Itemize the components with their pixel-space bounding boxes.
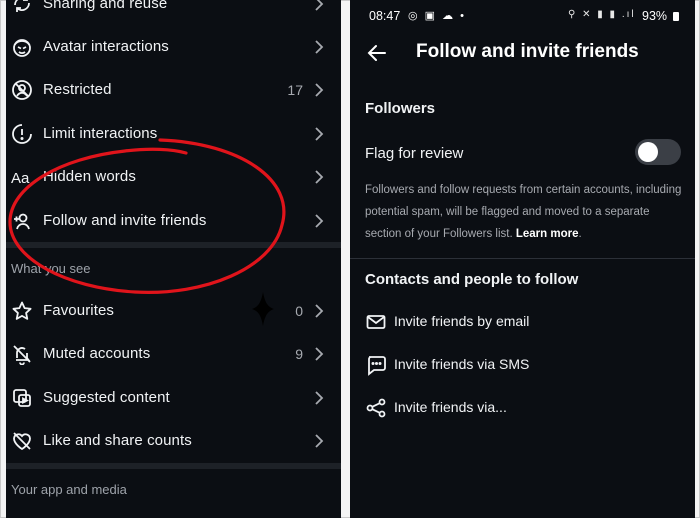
hidden-words-icon: Aa — [11, 166, 33, 188]
settings-row-label: Like and share counts — [43, 432, 192, 449]
settings-row-suggested-content[interactable]: Suggested content — [6, 376, 341, 419]
heart-off-icon — [11, 430, 33, 452]
settings-row-label: Muted accounts — [43, 345, 151, 362]
status-bar: 08:47 ◎ ▣ ☁ • ⚲ ✕ ▮ ▮ .ıl 93% — [350, 0, 695, 32]
status-system-icons: ⚲ ✕ ▮ ▮ .ıl — [568, 9, 636, 20]
status-time: 08:47 — [369, 9, 401, 23]
limit-icon — [11, 123, 33, 145]
contacts-heading: Contacts and people to follow — [365, 271, 579, 288]
settings-row-label: Favourites — [43, 302, 115, 319]
learn-more-link[interactable]: Learn more — [516, 228, 579, 240]
follow-invite-screen: 08:47 ◎ ▣ ☁ • ⚲ ✕ ▮ ▮ .ıl 93% Follow and… — [350, 0, 695, 518]
section-divider — [6, 463, 341, 469]
restricted-icon — [11, 79, 33, 101]
avatar-icon — [11, 36, 33, 58]
section-heading-what-you-see: What you see — [11, 261, 91, 276]
invite-label: Invite friends by email — [394, 313, 530, 329]
battery-icon — [673, 12, 679, 21]
invite-via-sms-row[interactable]: Invite friends via SMS — [350, 350, 695, 380]
settings-row-label: Limit interactions — [43, 125, 158, 142]
svg-text:Aa: Aa — [11, 170, 30, 187]
invite-label: Invite friends via SMS — [394, 356, 530, 372]
settings-row-muted-accounts[interactable]: Muted accounts 9 — [6, 332, 341, 375]
bell-off-icon — [11, 343, 33, 365]
chevron-right-icon — [314, 213, 324, 228]
settings-row-avatar[interactable]: Avatar interactions — [6, 25, 341, 68]
favourites-count: 0 — [295, 302, 303, 319]
restricted-count: 17 — [287, 81, 303, 98]
chevron-right-icon — [314, 303, 324, 318]
chevron-right-icon — [314, 82, 324, 97]
battery-level: 93% — [642, 9, 668, 23]
settings-row-follow-invite[interactable]: Follow and invite friends — [6, 199, 341, 242]
settings-list-panel: Sharing and reuse Avatar interactions Re… — [6, 0, 341, 518]
toggle-knob — [638, 142, 658, 162]
back-arrow-icon[interactable] — [366, 42, 388, 64]
followers-heading: Followers — [365, 100, 436, 117]
star-icon — [11, 300, 33, 322]
settings-row-label: Avatar interactions — [43, 38, 169, 55]
settings-row-hidden-words[interactable]: Aa Hidden words — [6, 155, 341, 198]
section-heading-your-app: Your app and media — [11, 482, 127, 497]
status-notification-icons: ◎ ▣ ☁ • — [408, 10, 467, 22]
settings-row-label: Restricted — [43, 81, 112, 98]
settings-row-limit-interactions[interactable]: Limit interactions — [6, 112, 341, 155]
settings-row-favourites[interactable]: Favourites 0 — [6, 289, 341, 332]
settings-row-label: Sharing and reuse — [43, 0, 168, 12]
share-reuse-icon — [11, 0, 33, 15]
settings-row-restricted[interactable]: Restricted 17 — [6, 68, 341, 111]
section-divider — [6, 242, 341, 248]
chevron-right-icon — [314, 169, 324, 184]
share-icon — [365, 397, 387, 419]
invite-label: Invite friends via... — [394, 399, 507, 415]
page-title: Follow and invite friends — [416, 41, 639, 62]
invite-by-email-row[interactable]: Invite friends by email — [350, 307, 695, 337]
add-person-icon — [11, 210, 33, 232]
sms-icon — [365, 354, 387, 376]
settings-row-label: Suggested content — [43, 389, 170, 406]
flag-for-review-label: Flag for review — [365, 145, 464, 162]
settings-row-label: Follow and invite friends — [43, 212, 207, 229]
chevron-right-icon — [314, 390, 324, 405]
header-bar: Follow and invite friends — [350, 32, 695, 72]
muted-count: 9 — [295, 345, 303, 362]
section-divider — [350, 258, 695, 259]
invite-via-share-row[interactable]: Invite friends via... — [350, 393, 695, 423]
mail-icon — [365, 311, 387, 333]
chevron-right-icon — [314, 433, 324, 448]
settings-row-label: Hidden words — [43, 168, 136, 185]
suggested-content-icon — [11, 387, 33, 409]
description-period: . — [578, 228, 582, 240]
chevron-right-icon — [314, 346, 324, 361]
settings-row-sharing[interactable]: Sharing and reuse — [6, 0, 341, 25]
chevron-right-icon — [314, 39, 324, 54]
chevron-right-icon — [314, 126, 324, 141]
chevron-right-icon — [314, 0, 324, 11]
flag-description: Followers and follow requests from certa… — [365, 179, 683, 245]
flag-for-review-toggle[interactable] — [635, 139, 681, 165]
settings-row-like-share-counts[interactable]: Like and share counts — [6, 419, 341, 462]
